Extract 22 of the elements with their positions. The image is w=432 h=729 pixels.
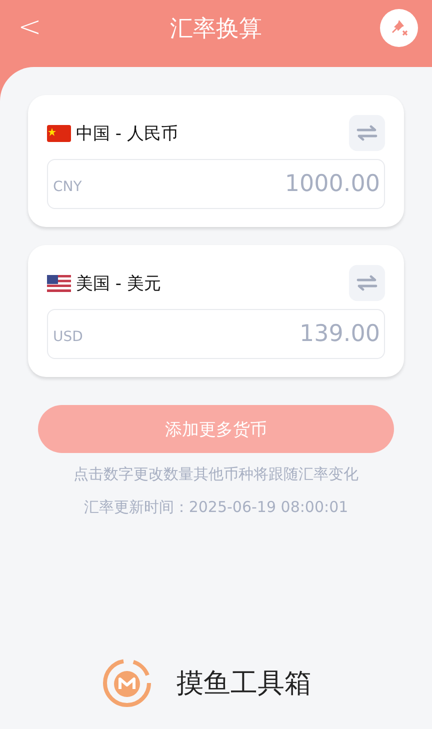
page-title: 汇率换算 bbox=[170, 14, 262, 44]
currency-name: 中国 - 人民币 bbox=[76, 122, 179, 144]
amount-value: 139.00 bbox=[300, 321, 380, 347]
swap-button[interactable] bbox=[349, 265, 385, 301]
hint-text: 点击数字更改数量其他币种将跟随汇率变化 bbox=[74, 465, 358, 484]
amount-value: 1000.00 bbox=[284, 171, 380, 197]
amount-field[interactable]: USD 139.00 bbox=[47, 309, 385, 359]
flag-icon bbox=[47, 274, 71, 292]
swap-button[interactable] bbox=[349, 115, 385, 151]
currency-code: CNY bbox=[53, 179, 82, 195]
unpin-button[interactable] bbox=[380, 9, 418, 47]
logo-icon bbox=[100, 657, 152, 709]
amount-field[interactable]: CNY 1000.00 bbox=[47, 159, 385, 209]
update-time: 汇率更新时间：2025-06-19 08:00:01 bbox=[84, 498, 348, 517]
currency-code: USD bbox=[53, 329, 83, 345]
flag-icon bbox=[47, 124, 71, 142]
swap-icon bbox=[356, 125, 378, 141]
back-button[interactable]: < bbox=[12, 10, 48, 43]
add-currency-button[interactable]: 添加更多货币 bbox=[38, 405, 394, 453]
brand-name: 摸鱼工具箱 bbox=[176, 667, 312, 701]
swap-icon bbox=[356, 275, 378, 291]
currency-name: 美国 - 美元 bbox=[76, 272, 162, 294]
